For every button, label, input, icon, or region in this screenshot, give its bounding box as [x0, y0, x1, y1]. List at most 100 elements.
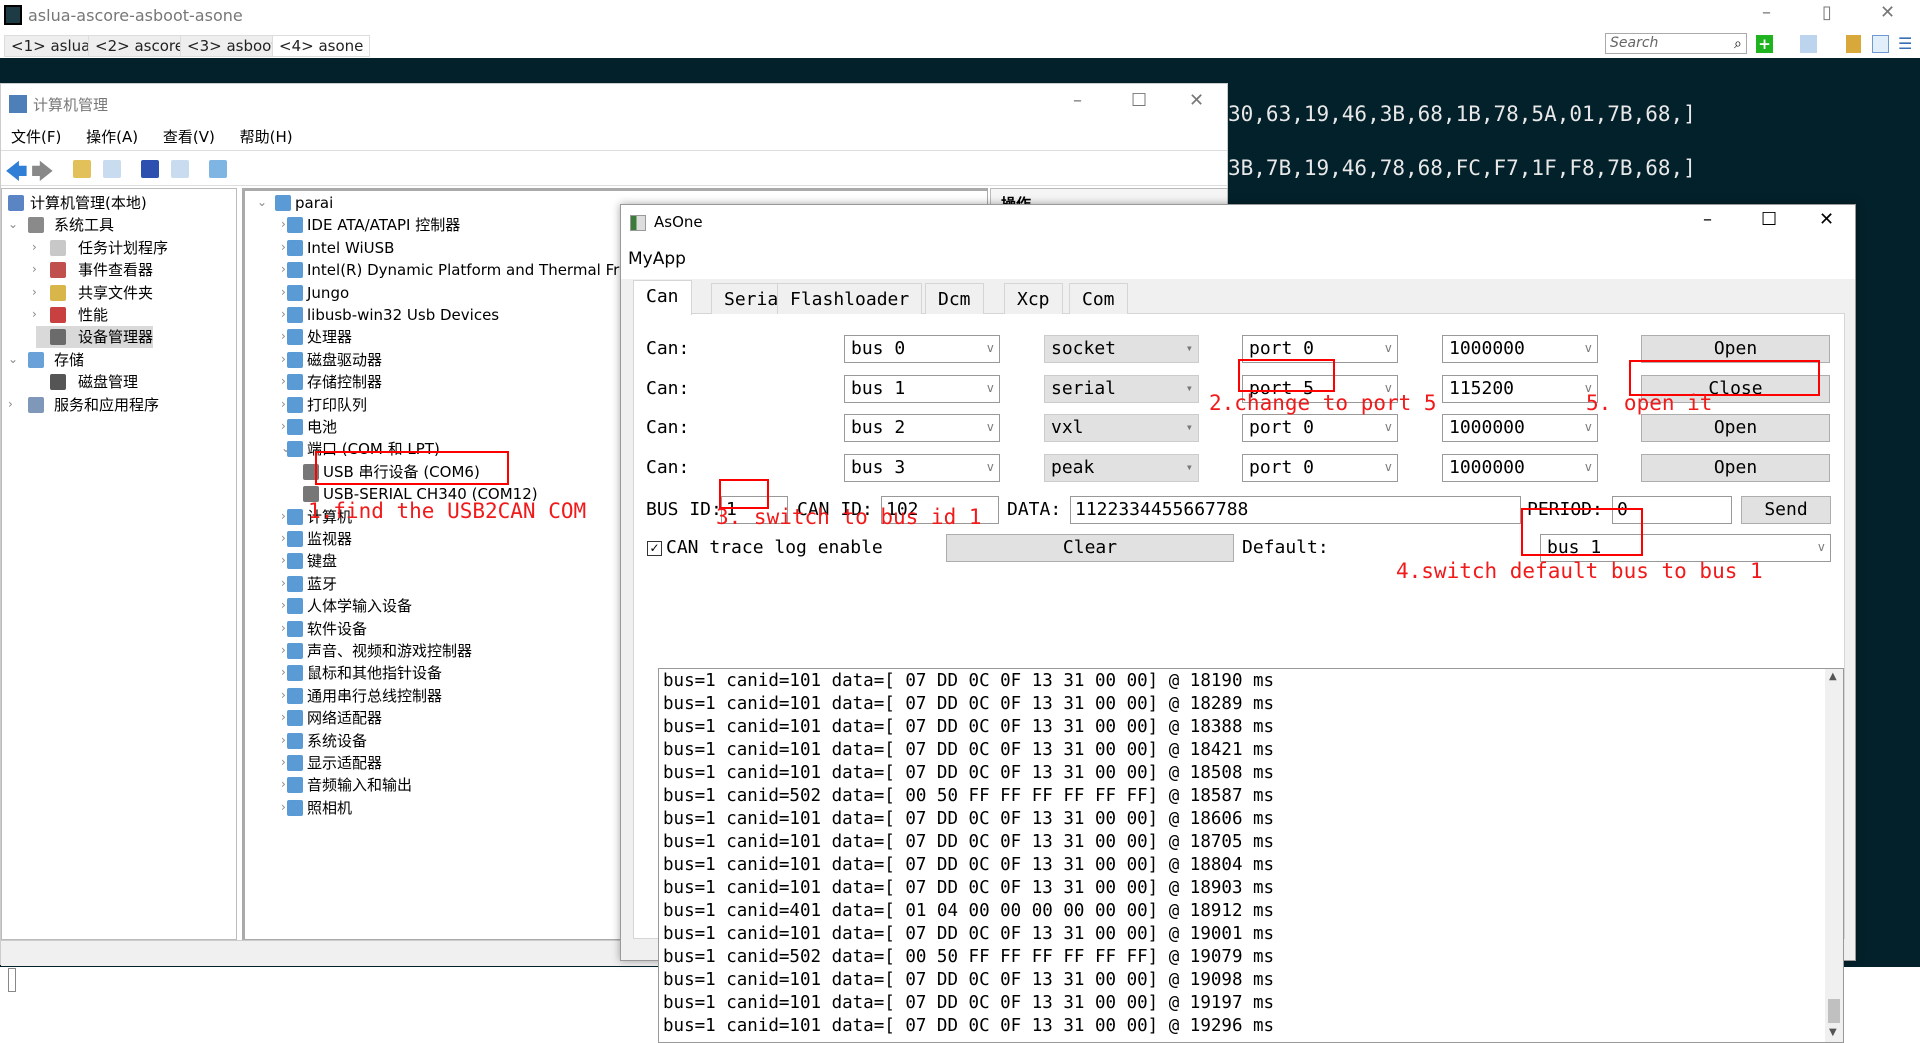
expand-arrow-icon[interactable]: › [281, 755, 286, 769]
device-tree-item[interactable]: 声音、视频和游戏控制器 [307, 640, 472, 662]
close-button[interactable]: ✕ [1189, 90, 1204, 111]
device-tree-item[interactable]: 系统设备 [307, 730, 367, 752]
expand-arrow-icon[interactable]: › [8, 397, 13, 411]
text-cursor[interactable] [8, 968, 16, 992]
expand-arrow-icon[interactable]: › [281, 374, 286, 388]
tab-asone[interactable]: <4> asone [272, 35, 371, 57]
expand-arrow-icon[interactable]: › [281, 509, 286, 523]
bus-select[interactable]: bus 3 v [844, 453, 1000, 482]
device-tree-item[interactable]: 通用串行总线控制器 [307, 685, 442, 707]
device-tree-item[interactable]: 网络适配器 [307, 707, 382, 729]
monitor-icon[interactable] [209, 160, 227, 178]
log-scrollbar[interactable]: ▲ ▼ [1825, 669, 1843, 1042]
bus-select[interactable]: bus 2 v [844, 414, 1000, 442]
open-button[interactable]: Open [1641, 453, 1830, 482]
device-tree-item[interactable]: 磁盘驱动器 [307, 349, 382, 371]
expand-arrow-icon[interactable]: › [32, 262, 37, 276]
driver-select[interactable]: vxl ▾ [1044, 414, 1199, 442]
device-tree-item[interactable]: Jungo [307, 282, 349, 304]
expand-arrow-icon[interactable]: › [281, 307, 286, 321]
search-input[interactable]: Search [1605, 33, 1747, 54]
expand-arrow-icon[interactable]: › [281, 285, 286, 299]
minimize-button[interactable]: – [1762, 2, 1771, 23]
device-tree-item[interactable]: 键盘 [307, 550, 337, 572]
device-tree-item[interactable]: 软件设备 [307, 618, 367, 640]
restore-button[interactable]: ▯ [1822, 2, 1832, 23]
tab-dcm[interactable]: Dcm [925, 283, 984, 314]
expand-arrow-icon[interactable]: ⌄ [8, 352, 18, 366]
expand-arrow-icon[interactable]: › [281, 621, 286, 635]
scroll-up-icon[interactable]: ▲ [1829, 671, 1837, 682]
expand-arrow-icon[interactable]: › [281, 531, 286, 545]
tab-asboot[interactable]: <3> asboot [180, 35, 285, 57]
expand-arrow-icon[interactable]: › [281, 329, 286, 343]
expand-arrow-icon[interactable]: › [281, 553, 286, 567]
up-folder-icon[interactable] [73, 160, 91, 178]
menu-action[interactable]: 操作(A) [86, 128, 138, 146]
expand-arrow-icon[interactable]: ⌄ [257, 195, 267, 209]
clear-button[interactable]: Clear [946, 534, 1234, 562]
bus-select[interactable]: bus 0 v [844, 335, 1000, 363]
baudrate-select[interactable]: 1000000 v [1442, 414, 1598, 442]
baudrate-select[interactable]: 1000000 v [1442, 335, 1598, 363]
port-select[interactable]: port 0 v [1242, 453, 1398, 482]
expand-arrow-icon[interactable]: › [281, 665, 286, 679]
expand-arrow-icon[interactable]: › [32, 307, 37, 321]
help-icon[interactable] [141, 160, 159, 178]
tab-xcp[interactable]: Xcp [1004, 283, 1063, 314]
device-tree-item[interactable]: 鼠标和其他指针设备 [307, 662, 442, 684]
baudrate-select[interactable]: 1000000 v [1442, 453, 1598, 482]
device-tree-item[interactable]: 照相机 [307, 797, 352, 819]
minimize-button[interactable]: – [1703, 209, 1712, 230]
tab-aslua[interactable]: <1> aslua [4, 35, 98, 57]
device-tree-item[interactable]: 处理器 [307, 326, 352, 348]
device-tree-item[interactable]: libusb-win32 Usb Devices [307, 304, 499, 326]
expand-arrow-icon[interactable]: › [281, 777, 286, 791]
tab-com[interactable]: Com [1069, 283, 1128, 314]
expand-arrow-icon[interactable]: › [281, 710, 286, 724]
panel-icon[interactable] [1872, 35, 1889, 53]
device-tree-item[interactable]: parai [295, 192, 333, 214]
expand-arrow-icon[interactable]: › [281, 217, 286, 231]
send-button[interactable]: Send [1741, 496, 1831, 524]
tree-item[interactable]: 计算机管理(本地) [6, 192, 147, 214]
device-tree-item[interactable]: 电池 [307, 416, 337, 438]
search-icon[interactable]: ⌕ [1734, 36, 1742, 52]
device-tree-item[interactable]: Intel WiUSB [307, 237, 394, 259]
tab-can[interactable]: Can [633, 280, 692, 315]
device-tree-item[interactable]: 人体学输入设备 [307, 595, 412, 617]
expand-arrow-icon[interactable]: ⌄ [8, 217, 18, 231]
device-tree-item[interactable]: 显示适配器 [307, 752, 382, 774]
tab-flashloader[interactable]: Flashloader [777, 283, 923, 314]
trace-checkbox[interactable]: ✓ [647, 541, 662, 556]
expand-arrow-icon[interactable]: › [32, 240, 37, 254]
scroll-thumb[interactable] [1828, 999, 1840, 1023]
open-button[interactable]: Open [1641, 414, 1830, 442]
expand-arrow-icon[interactable]: › [281, 643, 286, 657]
tree-item[interactable]: 性能 [36, 304, 108, 326]
close-button[interactable]: ✕ [1880, 2, 1895, 23]
expand-arrow-icon[interactable]: › [281, 576, 286, 590]
close-button[interactable]: ✕ [1819, 209, 1834, 230]
expand-arrow-icon[interactable]: › [281, 397, 286, 411]
menu-icon[interactable]: ☰ [1898, 34, 1912, 53]
lock-icon[interactable] [1846, 35, 1861, 53]
expand-arrow-icon[interactable]: › [281, 240, 286, 254]
device-tree-item[interactable]: IDE ATA/ATAPI 控制器 [307, 214, 460, 236]
device-tree-item[interactable]: 打印队列 [307, 394, 367, 416]
menu-file[interactable]: 文件(F) [11, 128, 61, 146]
expand-arrow-icon[interactable]: › [281, 733, 286, 747]
baudrate-select[interactable]: 115200 v [1442, 374, 1598, 403]
can-trace-log[interactable]: ▲ ▼ bus=1 canid=101 data=[ 07 DD 0C 0F 1… [658, 668, 1844, 1043]
expand-arrow-icon[interactable]: › [281, 688, 286, 702]
device-tree-item[interactable]: 音频输入和输出 [307, 774, 412, 796]
minimize-button[interactable]: – [1073, 90, 1082, 111]
expand-arrow-icon[interactable]: › [281, 598, 286, 612]
data-input[interactable]: 1122334455667788 [1070, 496, 1521, 524]
port-select[interactable]: port 0 v [1242, 414, 1398, 442]
scroll-down-icon[interactable]: ▼ [1829, 1027, 1837, 1038]
driver-select[interactable]: peak ▾ [1044, 453, 1199, 482]
add-icon[interactable]: + [1756, 35, 1773, 53]
driver-select[interactable]: socket ▾ [1044, 335, 1199, 363]
open-button[interactable]: Open [1641, 335, 1830, 363]
